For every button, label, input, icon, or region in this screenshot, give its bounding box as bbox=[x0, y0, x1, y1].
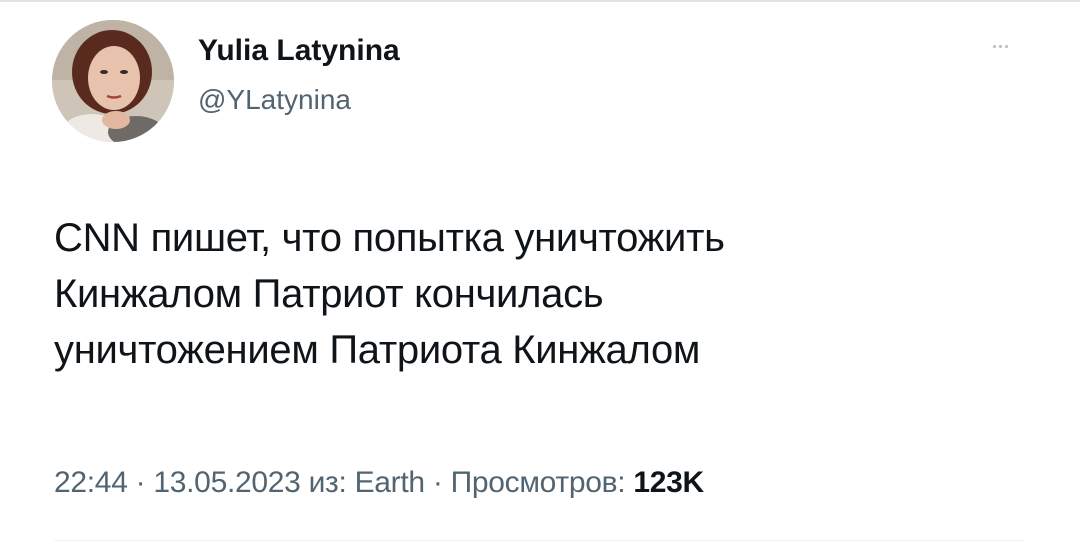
meta-separator: · bbox=[135, 466, 146, 499]
tweet-meta: 22:44 · 13.05.2023 из: Earth · Просмотро… bbox=[54, 466, 704, 500]
top-divider bbox=[0, 0, 1080, 2]
tweet-text-line: CNN пишет, что попытка уничтожить bbox=[54, 216, 725, 260]
tweet-source: Earth bbox=[354, 466, 426, 499]
more-options-button[interactable] bbox=[982, 36, 1018, 56]
more-dot-icon bbox=[992, 44, 996, 48]
meta-separator: · bbox=[432, 466, 443, 499]
bottom-divider bbox=[54, 540, 1024, 541]
author-display-name[interactable]: Yulia Latynina bbox=[198, 34, 400, 68]
views-count[interactable]: 123K bbox=[633, 466, 704, 499]
more-dot-icon bbox=[998, 44, 1002, 48]
source-prefix: из: bbox=[308, 466, 347, 499]
tweet-text-line: уничтожением Патриота Кинжалом bbox=[54, 328, 701, 372]
avatar-photo-icon bbox=[52, 20, 174, 142]
tweet-time[interactable]: 22:44 bbox=[54, 466, 128, 499]
tweet-body: CNN пишет, что попытка уничтожить Кинжал… bbox=[54, 210, 1054, 378]
tweet-text-line: Кинжалом Патриот кончилась bbox=[54, 272, 604, 316]
views-label: Просмотров: bbox=[450, 466, 626, 499]
author-avatar[interactable] bbox=[52, 20, 174, 142]
author-handle[interactable]: @YLatynina bbox=[198, 84, 351, 116]
tweet-card: Yulia Latynina @YLatynina CNN пишет, что… bbox=[0, 0, 1080, 545]
more-dot-icon bbox=[1004, 44, 1008, 48]
tweet-date[interactable]: 13.05.2023 bbox=[153, 466, 300, 499]
